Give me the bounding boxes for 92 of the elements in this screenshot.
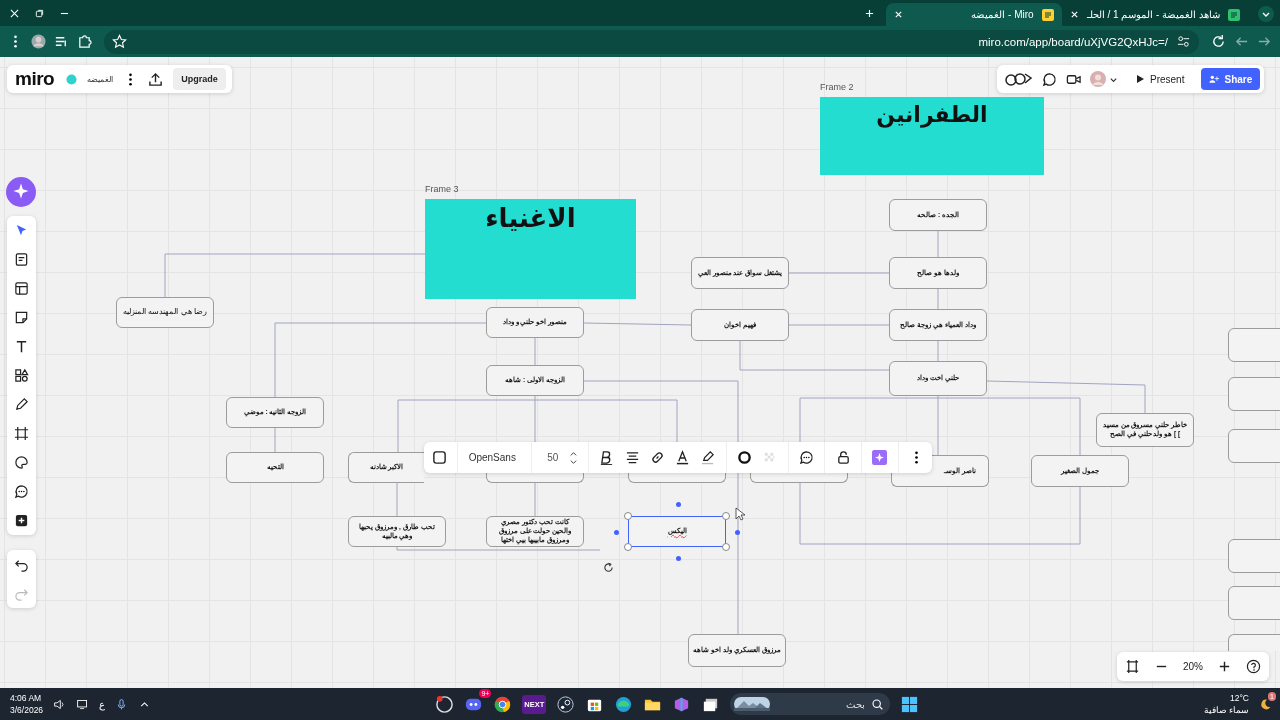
text-tool-icon[interactable] [14, 339, 29, 354]
chat-icon[interactable] [1042, 71, 1057, 87]
zoom-in-icon[interactable] [1217, 659, 1232, 674]
frame-icon[interactable] [14, 426, 29, 441]
text-color-icon[interactable] [675, 450, 691, 465]
resize-handle[interactable] [624, 543, 632, 551]
browser-icon[interactable] [493, 694, 513, 714]
connection-dot[interactable] [676, 502, 681, 507]
app-icon[interactable] [435, 694, 455, 714]
font-dropdown[interactable]: OpenSans [468, 452, 521, 463]
weather-text[interactable]: سماء صافية [1203, 704, 1249, 716]
sticky-note-icon[interactable] [14, 310, 29, 325]
connection-dot[interactable] [614, 530, 619, 535]
reload-icon[interactable] [1211, 34, 1226, 49]
comment-icon[interactable] [799, 450, 814, 465]
resize-handle[interactable] [722, 543, 730, 551]
mouse-cursor-icon [735, 507, 745, 521]
frame-label: Frame 2 [820, 82, 854, 92]
board-name[interactable]: الغميضه [87, 74, 114, 84]
rotate-icon[interactable] [603, 562, 614, 573]
pen-icon[interactable] [14, 397, 29, 412]
page-favicon-icon [1228, 8, 1240, 21]
clock-time[interactable]: 4:06 AM [10, 692, 44, 704]
new-tab-icon[interactable] [864, 9, 874, 18]
diagram-node[interactable] [1228, 429, 1280, 463]
stepper-arrows-icon[interactable] [568, 449, 578, 466]
puzzle-icon[interactable] [77, 34, 92, 49]
resize-handle[interactable] [624, 512, 632, 520]
playlist-icon[interactable] [54, 34, 69, 49]
shapes-icon[interactable] [14, 368, 29, 383]
close-icon[interactable] [10, 9, 19, 18]
board-icon [66, 73, 78, 85]
person-add-icon [1209, 74, 1220, 84]
frame-label: Frame 3 [425, 184, 459, 194]
chevron-down-icon[interactable] [1258, 6, 1274, 22]
highlighter-icon[interactable] [700, 450, 716, 465]
start-icon[interactable] [900, 694, 920, 714]
diagram-node[interactable] [750, 473, 848, 483]
lock-icon[interactable] [835, 450, 851, 465]
ai-sparkle-icon[interactable] [872, 450, 888, 465]
taskbar-search-field[interactable]: بحث [730, 693, 891, 715]
diagram-node[interactable] [1228, 377, 1280, 411]
input-language[interactable]: ع [99, 698, 106, 710]
upgrade-button[interactable]: Upgrade [173, 68, 226, 90]
temperature[interactable]: 12°C [1230, 692, 1249, 704]
comment-icon[interactable] [14, 484, 29, 499]
connection-dot[interactable] [676, 556, 681, 561]
ai-sparkle-button[interactable] [6, 177, 36, 207]
board-favicon-icon [1041, 8, 1054, 21]
restore-icon[interactable] [35, 9, 44, 18]
help-icon[interactable] [1246, 659, 1261, 674]
frame-title: الاغنياء [485, 203, 576, 235]
document-icon[interactable] [14, 252, 29, 267]
resize-handle[interactable] [722, 512, 730, 520]
diagram-node[interactable]: رضا هي المهندسه المنزليه [116, 297, 214, 328]
connection-dot[interactable] [735, 530, 740, 535]
diagram-node[interactable] [486, 473, 584, 483]
moon-icon[interactable] [1259, 697, 1272, 711]
palette-icon[interactable] [14, 455, 29, 470]
diagram-node[interactable] [1228, 586, 1280, 620]
layout-icon[interactable] [14, 281, 29, 296]
address-field[interactable]: miro.com/app/board/uXjVG2QxHJc=/ [104, 29, 1199, 54]
search-icon [871, 697, 885, 711]
star-icon[interactable] [112, 34, 127, 49]
shape-square-icon[interactable] [432, 450, 447, 465]
profile-avatar-icon[interactable] [31, 34, 46, 49]
upload-icon[interactable] [148, 71, 164, 87]
zoom-level: 20% [1183, 661, 1203, 672]
clock-date[interactable]: 3/6/2026 [10, 704, 44, 716]
font-size-field[interactable]: 50 [542, 452, 559, 463]
diagram-node[interactable] [891, 473, 932, 487]
reactions-icon[interactable] [1005, 71, 1033, 87]
browser-tab[interactable]: الغميضه - Miro [885, 3, 1062, 26]
monitor-icon[interactable] [76, 697, 90, 711]
share-button[interactable]: Share [1201, 68, 1261, 90]
text-align-icon[interactable] [624, 450, 640, 465]
diagram-node[interactable] [1228, 539, 1280, 573]
browser-tab[interactable]: شاهد الغميضة - الموسم 1 / الحلـ [1061, 3, 1248, 26]
frame-title: الطفرانين [876, 102, 988, 130]
miro-logo[interactable]: miro [15, 68, 55, 90]
diagram-node[interactable] [1228, 328, 1280, 362]
play-icon [1135, 74, 1145, 84]
close-icon[interactable] [1069, 10, 1079, 19]
site-settings-icon[interactable] [1176, 34, 1191, 49]
diagram-node[interactable] [628, 473, 726, 483]
close-icon[interactable] [893, 10, 903, 19]
border-circle-icon[interactable] [737, 450, 753, 465]
diagram-node[interactable] [1228, 634, 1280, 651]
plus-icon[interactable] [14, 513, 29, 528]
bold-icon[interactable] [599, 450, 615, 465]
link-icon[interactable] [649, 450, 665, 465]
fit-screen-icon[interactable] [1125, 659, 1140, 674]
